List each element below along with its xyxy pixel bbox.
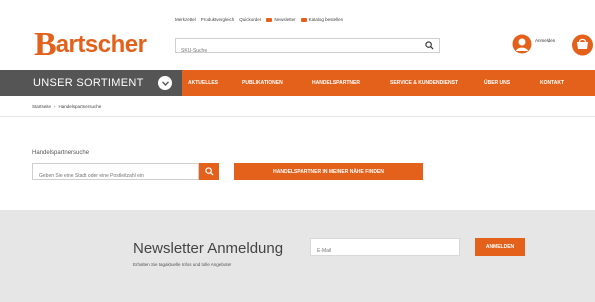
newsletter-subtitle: Erhalten Sie tagaktuelle Infos und tolle… xyxy=(133,262,232,267)
chevron-down-icon[interactable] xyxy=(158,76,172,90)
find-nearby-dealers-button[interactable]: HANDELSPARTNER IN MEINER NÄHE FINDEN xyxy=(234,163,423,180)
newsletter-band xyxy=(0,210,595,302)
catalog-icon xyxy=(300,17,307,22)
breadcrumb-home[interactable]: Startseite xyxy=(32,104,51,109)
nav-sortiment[interactable]: UNSER SORTIMENT xyxy=(0,70,182,96)
search-icon[interactable] xyxy=(425,41,434,50)
dealer-search-label: Handelspartnersuche xyxy=(32,150,90,156)
top-link-katalog-label: Katalog bestellen xyxy=(308,17,344,22)
logo-text: artscher xyxy=(55,31,147,58)
top-link-produktvergleich[interactable]: Produktvergleich xyxy=(201,17,235,22)
dealer-search-input[interactable] xyxy=(33,168,193,184)
newsletter-email-input[interactable] xyxy=(311,243,456,259)
bartscher-logo[interactable]: Bartscher xyxy=(34,26,147,63)
dealer-search-field xyxy=(32,163,199,184)
nav-sortiment-label: UNSER SORTIMENT xyxy=(33,77,144,89)
sku-search xyxy=(175,38,440,58)
top-link-newsletter[interactable]: Newsletter xyxy=(266,17,296,22)
header: Merkzettel Produktvergleich Quickorder N… xyxy=(0,0,595,66)
breadcrumb: Startseite › Handelspartnersuche xyxy=(32,104,101,109)
login-label: Anmelden xyxy=(535,37,556,43)
sku-search-input[interactable] xyxy=(176,44,421,58)
cart-icon[interactable] xyxy=(570,34,595,56)
nav-item-service[interactable]: SERVICE & KUNDENDIENST xyxy=(390,80,458,86)
nav-item-aktuelles[interactable]: AKTUELLES xyxy=(188,80,218,86)
newsletter-title: Newsletter Anmeldung xyxy=(133,240,284,257)
divider xyxy=(0,116,595,117)
top-link-katalog[interactable]: Katalog bestellen xyxy=(300,17,344,22)
top-link-merkzettel[interactable]: Merkzettel xyxy=(175,17,196,22)
main-nav: UNSER SORTIMENT AKTUELLES PUBLIKATIONEN … xyxy=(0,70,595,96)
top-links: Merkzettel Produktvergleich Quickorder N… xyxy=(175,17,343,22)
nav-item-ueber-uns[interactable]: ÜBER UNS xyxy=(484,80,510,86)
top-link-newsletter-label: Newsletter xyxy=(274,17,296,22)
breadcrumb-current: Handelspartnersuche xyxy=(58,104,102,109)
account-login[interactable]: Anmelden xyxy=(512,34,555,54)
logo-mark: B xyxy=(34,26,57,63)
nav-item-publikationen[interactable]: PUBLIKATIONEN xyxy=(242,80,283,86)
breadcrumb-separator: › xyxy=(54,104,56,109)
dealer-search-button[interactable] xyxy=(199,163,219,180)
search-icon xyxy=(204,167,214,176)
top-link-quickorder[interactable]: Quickorder xyxy=(239,17,261,22)
user-icon xyxy=(512,34,532,54)
nav-item-kontakt[interactable]: KONTAKT xyxy=(540,80,564,86)
newsletter-email-field xyxy=(310,238,460,259)
newsletter-icon xyxy=(266,17,273,22)
newsletter-subscribe-button[interactable]: ANMELDEN xyxy=(475,238,525,256)
nav-item-handelspartner[interactable]: HANDELSPARTNER xyxy=(312,80,360,86)
